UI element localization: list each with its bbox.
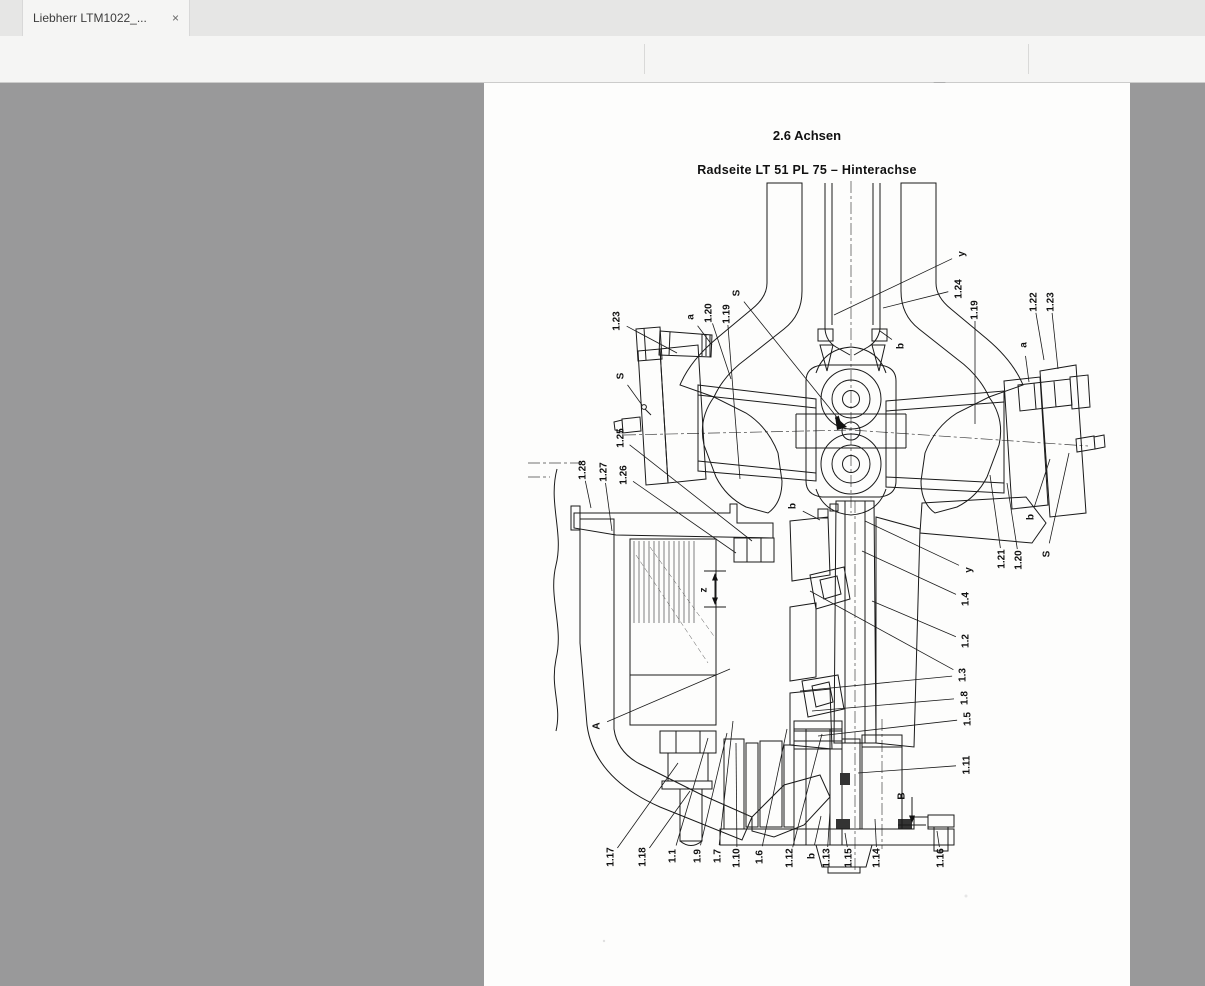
scan-speck xyxy=(602,939,606,943)
part-label: b xyxy=(1026,514,1037,520)
part-label: 1.10 xyxy=(732,848,743,868)
break-line xyxy=(553,468,559,732)
part-label: 1.21 xyxy=(997,549,1008,569)
part-label: 1.14 xyxy=(872,848,883,868)
part-label: 1.8 xyxy=(960,691,971,705)
part-label: 1.25 xyxy=(616,428,627,448)
part-label: 1.22 xyxy=(1029,292,1040,312)
part-label: 1.18 xyxy=(638,847,649,867)
tab-title: Liebherr LTM1022_... xyxy=(33,11,147,25)
leader-line xyxy=(809,590,954,671)
part-label: 1.7 xyxy=(713,849,724,863)
leader-line xyxy=(874,818,877,848)
part-label: 1.20 xyxy=(1014,550,1025,570)
part-label: 1.4 xyxy=(961,592,972,606)
part-label: b xyxy=(807,853,818,859)
leader-line xyxy=(857,765,957,774)
part-label: 1.16 xyxy=(936,848,947,868)
left-knuckle xyxy=(613,326,817,486)
toolbar: / 436 71.1% xyxy=(0,36,1205,108)
leader-line xyxy=(882,291,949,309)
leader-line xyxy=(718,720,734,846)
part-label: 1.2 xyxy=(961,634,972,648)
part-label: 1.17 xyxy=(606,847,617,867)
drive-shaft xyxy=(817,183,888,372)
part-label: A xyxy=(592,722,603,729)
part-label: 1.27 xyxy=(599,462,610,482)
leader-line xyxy=(833,258,953,316)
right-knuckle xyxy=(885,364,1106,518)
leader-line xyxy=(584,480,592,509)
part-label: 1.12 xyxy=(785,848,796,868)
part-label: b xyxy=(788,503,799,509)
leader-line xyxy=(675,737,709,846)
leader-line xyxy=(879,330,893,340)
housing-walls xyxy=(679,182,1047,544)
part-label: S xyxy=(616,372,627,379)
part-label: 1.19 xyxy=(722,304,733,324)
part-label: 1.11 xyxy=(962,755,973,774)
leader-line xyxy=(814,815,822,846)
part-label: a xyxy=(1019,342,1030,348)
part-label: S xyxy=(732,289,743,296)
leader-line xyxy=(735,742,738,848)
leader-line xyxy=(629,444,753,542)
leader-line xyxy=(1035,312,1045,361)
part-label: y xyxy=(957,251,968,257)
tab-bar: Liebherr LTM1022_... × xyxy=(0,0,1205,36)
section-arrow xyxy=(835,416,847,430)
part-label: 1.9 xyxy=(693,849,704,863)
part-label: 1.26 xyxy=(619,465,630,485)
leader-line xyxy=(1006,482,1018,550)
leader-line xyxy=(743,301,841,422)
leader-line xyxy=(605,482,613,532)
part-label: 1.15 xyxy=(844,848,855,868)
part-label: 1.28 xyxy=(578,460,589,480)
part-label: 1.3 xyxy=(958,668,969,682)
leader-line xyxy=(811,698,955,712)
part-label: a xyxy=(686,314,697,320)
leader-line xyxy=(1048,452,1070,544)
tab-close-icon[interactable]: × xyxy=(172,12,179,24)
pdf-page: 2.6 Achsen Radseite LT 51 PL 75 – Hinter… xyxy=(484,83,1130,986)
part-label: 1.23 xyxy=(1046,292,1057,312)
part-label: y xyxy=(964,567,975,573)
centerlines xyxy=(528,181,1089,873)
part-label: 1.23 xyxy=(612,311,623,331)
toolbar-separator xyxy=(644,44,645,74)
part-label: 1.13 xyxy=(822,848,833,868)
leader-line xyxy=(727,324,741,480)
part-label: 1.19 xyxy=(970,300,981,320)
part-label: S xyxy=(1042,550,1053,557)
leader-line xyxy=(632,480,737,554)
hub-assembly xyxy=(659,720,955,874)
part-label: 1.5 xyxy=(963,712,974,726)
document-canvas: 2.6 Achsen Radseite LT 51 PL 75 – Hinter… xyxy=(0,83,1205,986)
scan-speck xyxy=(964,894,968,898)
diagram-callouts: 1.23 a 1.20 1.19 S S 1.25 1.28 1.27 1.26 y 1.24 1.19… xyxy=(578,251,1070,868)
toolbar-separator-2 xyxy=(1028,44,1029,74)
leader-line xyxy=(617,762,679,849)
leader-line xyxy=(606,668,731,723)
leader-line xyxy=(817,719,958,737)
leader-line xyxy=(871,600,957,638)
part-label: b xyxy=(896,343,907,349)
leader-line xyxy=(989,474,1001,549)
part-label: z xyxy=(699,588,710,593)
part-label: 1.1 xyxy=(668,849,679,863)
axle-section-drawing: 1.23 a 1.20 1.19 S S 1.25 1.28 1.27 1.26 y 1.24 1.19… xyxy=(528,181,1106,943)
document-tab[interactable]: Liebherr LTM1022_... × xyxy=(22,0,190,36)
part-label: 1.6 xyxy=(755,850,766,864)
leader-line xyxy=(1051,312,1059,370)
part-label: 1.24 xyxy=(954,279,965,299)
part-label: 1.20 xyxy=(704,303,715,323)
part-label: B xyxy=(897,792,908,799)
